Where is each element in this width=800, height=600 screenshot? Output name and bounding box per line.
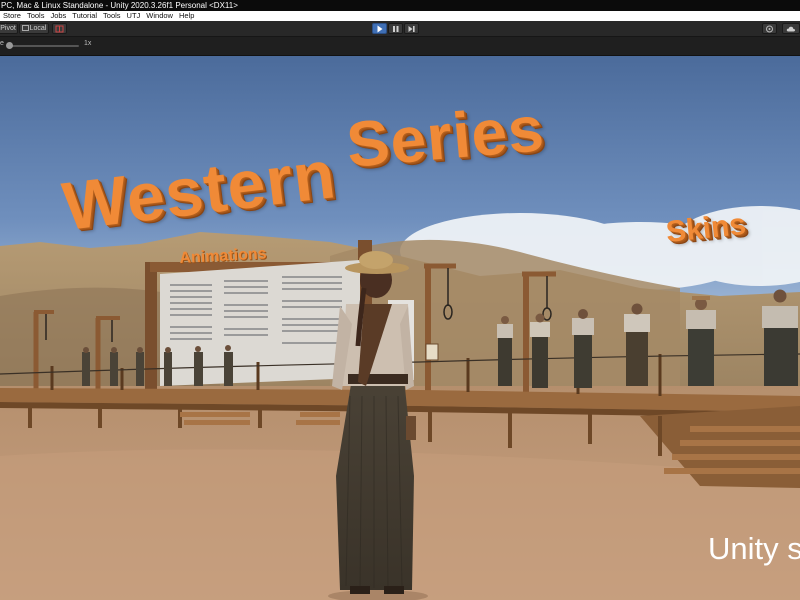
game-viewport[interactable]: Western Series Skins Animations Unity s — [0, 56, 800, 600]
menu-help[interactable]: Help — [176, 11, 197, 21]
step-icon — [408, 26, 415, 32]
window-title-bar: PC, Mac & Linux Standalone - Unity 2020.… — [0, 0, 800, 11]
pivot-label: Pivot — [0, 25, 16, 32]
scale-slider[interactable] — [9, 45, 79, 47]
cloud-icon — [786, 26, 796, 32]
scale-label: e — [0, 40, 4, 47]
grid-snap-icon — [55, 25, 64, 33]
collab-icon — [766, 25, 773, 33]
step-button[interactable] — [404, 23, 419, 34]
menu-tools[interactable]: Tools — [24, 11, 48, 21]
scale-value: 1x — [84, 40, 92, 47]
menu-utj[interactable]: UTJ — [124, 11, 144, 21]
main-toolbar: Pivot Local — [0, 21, 800, 37]
grid-snap-button[interactable] — [52, 23, 67, 34]
local-label: Local — [29, 25, 47, 32]
game-view-toolbar: e 1x — [0, 37, 800, 56]
unity-watermark: Unity s — [708, 531, 800, 566]
pivot-toggle[interactable]: Pivot — [0, 23, 18, 34]
pause-icon — [393, 26, 399, 32]
menu-tutorial[interactable]: Tutorial — [69, 11, 100, 21]
local-toggle[interactable]: Local — [19, 23, 49, 34]
menu-tools-2[interactable]: Tools — [100, 11, 124, 21]
cloud-button[interactable] — [782, 23, 800, 34]
pause-button[interactable] — [388, 23, 403, 34]
menu-window[interactable]: Window — [143, 11, 176, 21]
menu-bar: Store Tools Jobs Tutorial Tools UTJ Wind… — [0, 11, 800, 21]
menu-jobs[interactable]: Jobs — [47, 11, 69, 21]
collab-button[interactable] — [762, 23, 777, 34]
play-icon — [377, 25, 383, 33]
window-title: PC, Mac & Linux Standalone - Unity 2020.… — [1, 1, 238, 10]
local-icon — [21, 25, 29, 31]
play-button[interactable] — [372, 23, 387, 34]
menu-store[interactable]: Store — [0, 11, 24, 21]
scale-slider-handle[interactable] — [6, 42, 13, 49]
